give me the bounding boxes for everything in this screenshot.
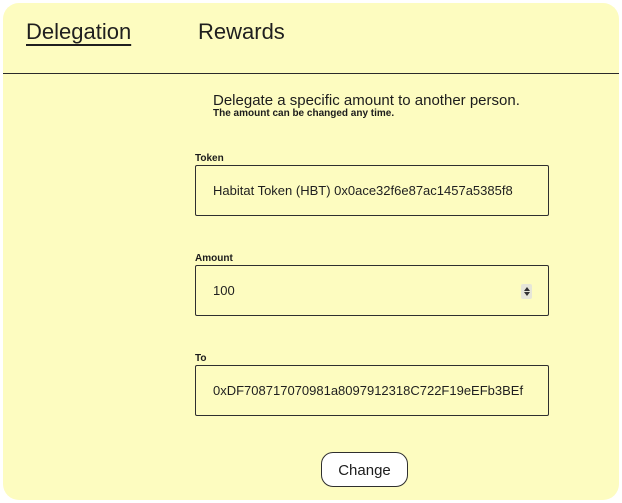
stepper-down-icon[interactable] [523,292,530,296]
token-value: Habitat Token (HBT) 0x0ace32f6e87ac1457a… [213,183,513,198]
intro-subtitle: The amount can be changed any time. [213,108,395,119]
amount-input[interactable]: 100 [195,265,549,316]
amount-label: Amount [195,253,233,264]
amount-value: 100 [213,283,235,298]
tab-bar: Delegation Rewards [3,3,619,74]
stepper-up-icon[interactable] [523,287,530,291]
to-address-value: 0xDF708717070981a8097912318C722F19eEFb3B… [213,383,524,398]
to-address-input[interactable]: 0xDF708717070981a8097912318C722F19eEFb3B… [195,365,549,416]
change-button[interactable]: Change [321,452,408,487]
token-label: Token [195,153,224,164]
delegation-panel: Delegation Rewards Delegate a specific a… [3,3,619,500]
tab-rewards[interactable]: Rewards [198,19,285,45]
tab-delegation[interactable]: Delegation [26,19,131,45]
token-field[interactable]: Habitat Token (HBT) 0x0ace32f6e87ac1457a… [195,165,549,216]
to-label: To [195,353,207,364]
amount-stepper[interactable] [521,284,532,299]
